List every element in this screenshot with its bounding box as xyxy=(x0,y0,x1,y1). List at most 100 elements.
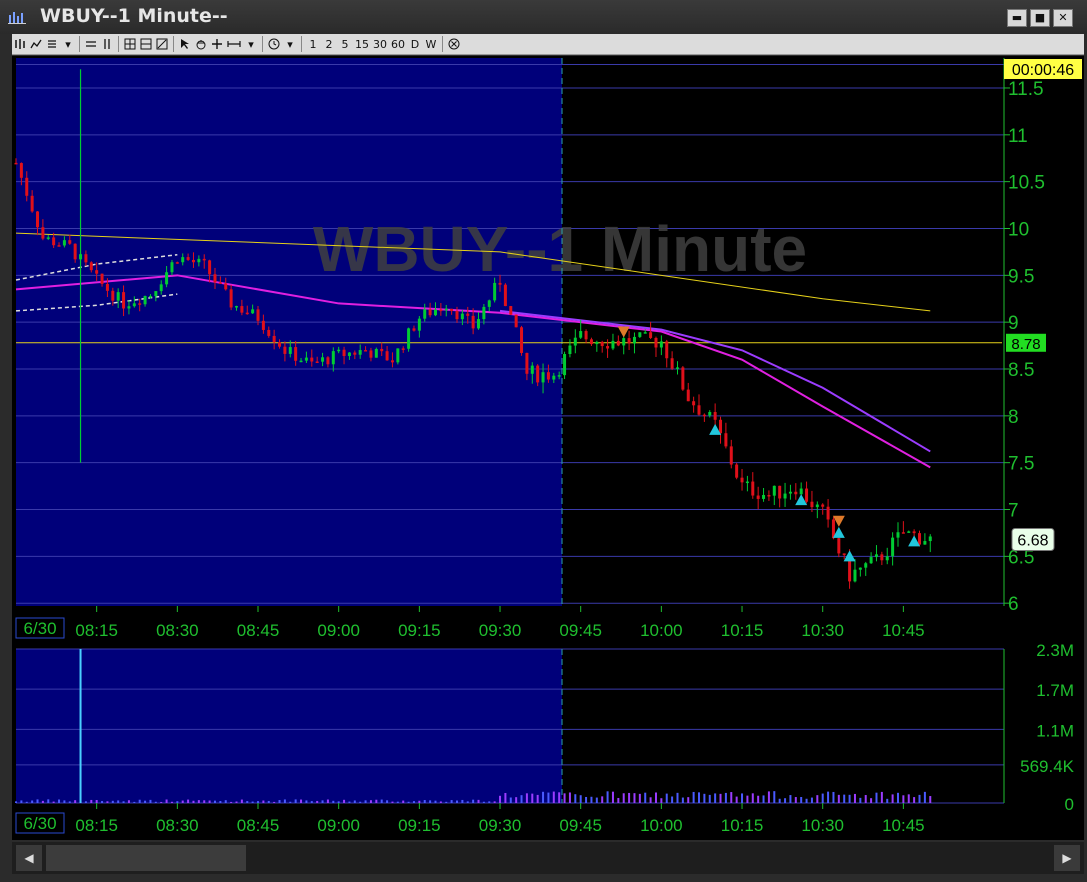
candle-body xyxy=(713,412,717,420)
volume-bar xyxy=(741,793,744,803)
horizontal-lines-icon[interactable] xyxy=(83,35,99,53)
candle-body xyxy=(385,351,389,361)
hand-pan-icon[interactable] xyxy=(193,35,209,53)
candle-body xyxy=(842,553,846,555)
volume-bar xyxy=(117,800,120,803)
time-tick-label: 10:30 xyxy=(801,621,844,640)
candle-body xyxy=(62,240,66,246)
vertical-lines-icon[interactable] xyxy=(99,35,115,53)
candle-body xyxy=(901,532,905,534)
timeframe-button-30[interactable]: 30 xyxy=(371,35,389,53)
volume-bar xyxy=(880,791,883,803)
time-tick-label: 10:00 xyxy=(640,621,683,640)
time-tick-label: 10:00 xyxy=(640,816,683,835)
scroll-thumb[interactable] xyxy=(46,845,246,871)
candle-body xyxy=(487,300,491,307)
volume-bar xyxy=(111,800,114,803)
bar-style-icon[interactable] xyxy=(44,35,60,53)
candle-body xyxy=(632,336,636,344)
timeframe-button-1[interactable]: 1 xyxy=(305,35,321,53)
volume-bar xyxy=(380,799,383,803)
time-tick-label: 10:30 xyxy=(801,816,844,835)
horizontal-scrollbar[interactable]: ◀ ▶ xyxy=(12,842,1084,874)
chart-area[interactable]: WBUY--1 Minute 11.5 11 10.5 10 9.5 9 8.5 8 7.5 7 6… xyxy=(12,56,1084,840)
volume-bar xyxy=(348,801,351,803)
scroll-left-button[interactable]: ◀ xyxy=(16,845,42,871)
cancel-icon[interactable] xyxy=(446,35,462,53)
dropdown-arrow-icon[interactable]: ▾ xyxy=(282,35,298,53)
maximize-button[interactable]: ■ xyxy=(1030,9,1050,27)
volume-bar xyxy=(724,792,727,803)
candle-body xyxy=(708,412,712,416)
volume-bar xyxy=(369,800,372,803)
candle-body xyxy=(41,227,45,239)
volume-bar xyxy=(638,793,641,803)
timeframe-button-2[interactable]: 2 xyxy=(321,35,337,53)
crosshair-box-icon[interactable] xyxy=(154,35,170,53)
candle-body xyxy=(525,352,529,374)
volume-bar xyxy=(654,792,657,803)
candle-body xyxy=(697,405,701,415)
time-tick-label: 09:30 xyxy=(479,816,522,835)
candle-body xyxy=(638,332,642,337)
pointer-icon[interactable] xyxy=(177,35,193,53)
volume-bar xyxy=(805,798,808,803)
candle-body xyxy=(912,531,916,534)
volume-bar xyxy=(676,792,679,803)
candle-body xyxy=(477,319,481,329)
candle-body xyxy=(907,531,911,533)
toolbar-divider xyxy=(118,36,119,52)
dropdown-arrow-icon[interactable]: ▾ xyxy=(243,35,259,53)
time-tick-label: 08:15 xyxy=(75,621,118,640)
time-tick-label: 09:30 xyxy=(479,621,522,640)
timeframe-button-60[interactable]: 60 xyxy=(389,35,407,53)
volume-bar xyxy=(482,801,485,803)
volume-bar xyxy=(611,791,614,803)
candle-body xyxy=(288,347,292,354)
volume-bar xyxy=(235,801,238,803)
candle-body xyxy=(116,292,120,301)
timeframe-button-W[interactable]: W xyxy=(423,35,439,53)
close-button[interactable]: ✕ xyxy=(1053,9,1073,27)
dropdown-arrow-icon[interactable]: ▾ xyxy=(60,35,76,53)
candle-style-icon[interactable] xyxy=(12,35,28,53)
volume-bar xyxy=(176,801,179,803)
chart-watermark: WBUY--1 Minute xyxy=(313,213,807,285)
timeframe-button-15[interactable]: 15 xyxy=(353,35,371,53)
volume-bar xyxy=(213,800,216,803)
candle-body xyxy=(181,257,185,263)
minimize-button[interactable]: ▬ xyxy=(1007,9,1027,27)
candle-body xyxy=(374,348,378,358)
candle-body xyxy=(783,493,787,499)
candle-body xyxy=(751,481,755,496)
timeframe-button-D[interactable]: D xyxy=(407,35,423,53)
price-chart[interactable]: WBUY--1 Minute 11.5 11 10.5 10 9.5 9 8.5 8 7.5 7 6… xyxy=(12,56,1084,840)
volume-bar xyxy=(273,801,276,803)
split-pane-icon[interactable] xyxy=(138,35,154,53)
volume-bar xyxy=(144,800,147,803)
timeframe-button-5[interactable]: 5 xyxy=(337,35,353,53)
level-price-label: 8.78 xyxy=(1011,336,1040,353)
measure-icon[interactable] xyxy=(225,35,243,53)
candle-body xyxy=(670,358,674,369)
candle-body xyxy=(821,504,825,507)
volume-bar xyxy=(907,794,910,803)
volume-bar xyxy=(714,793,717,803)
candle-body xyxy=(702,414,706,417)
volume-bar xyxy=(445,801,448,803)
price-tick-label: 6 xyxy=(1008,594,1019,615)
volume-bar xyxy=(90,799,93,803)
volume-bar xyxy=(832,791,835,803)
grid-icon[interactable] xyxy=(122,35,138,53)
line-style-icon[interactable] xyxy=(28,35,44,53)
crosshair-icon[interactable] xyxy=(209,35,225,53)
scroll-right-button[interactable]: ▶ xyxy=(1054,845,1080,871)
volume-bar xyxy=(595,797,598,803)
candle-body xyxy=(143,296,147,305)
volume-bar xyxy=(568,792,571,803)
title-bar: WBUY--1 Minute-- ▬ ■ ✕ xyxy=(0,0,1087,34)
clock-icon[interactable] xyxy=(266,35,282,53)
volume-bar xyxy=(52,801,55,803)
price-tick-label: 9.5 xyxy=(1008,266,1034,287)
volume-bar xyxy=(36,799,39,803)
